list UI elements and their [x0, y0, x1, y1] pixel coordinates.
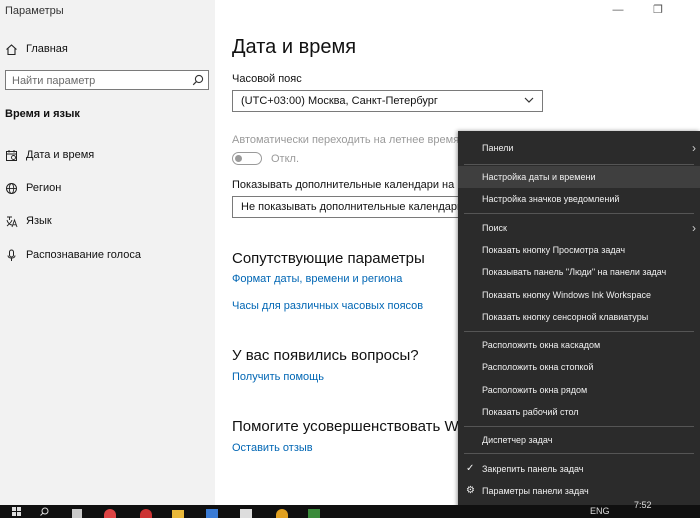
chrome-icon[interactable]: [104, 509, 116, 518]
dst-label: Автоматически переходить на летнее время…: [232, 134, 490, 146]
input-language[interactable]: ENG: [590, 506, 610, 519]
menu-item-taskbar-settings[interactable]: ⚙ Параметры панели задач: [458, 480, 700, 502]
sidebar-item-label: Распознавание голоса: [26, 249, 141, 261]
search-icon[interactable]: [192, 74, 204, 86]
dst-toggle-state: Откл.: [271, 153, 300, 165]
sidebar-item-label: Дата и время: [26, 149, 95, 161]
feedback-link[interactable]: Оставить отзыв: [232, 442, 313, 454]
calendars-select[interactable]: Не показывать дополнительные календари: [232, 196, 492, 218]
menu-item-label: Расположить окна стопкой: [482, 362, 594, 372]
menu-item-label: Расположить окна каскадом: [482, 340, 601, 350]
toggle-knob: [235, 155, 242, 162]
menu-item-toolbars[interactable]: Панели ›: [458, 137, 700, 159]
menu-item-task-view[interactable]: Показать кнопку Просмотра задач: [458, 239, 700, 261]
menu-item-label: Диспетчер задач: [482, 435, 553, 445]
section-title: Время и язык: [5, 108, 80, 120]
calendar-icon: [4, 148, 18, 162]
app-icon[interactable]: [308, 509, 320, 518]
restore-button[interactable]: ❐: [650, 3, 666, 17]
sidebar-item-region[interactable]: Регион: [0, 176, 215, 200]
menu-item-label: Показать кнопку сенсорной клавиатуры: [482, 312, 649, 322]
improve-heading: Помогите усовершенствовать Wind: [232, 418, 479, 435]
sidebar-item-label: Главная: [26, 43, 68, 55]
menu-item-label: Поиск: [482, 223, 507, 233]
menu-item-show-desktop[interactable]: Показать рабочий стол: [458, 401, 700, 423]
timezone-select[interactable]: (UTC+03:00) Москва, Санкт-Петербург: [232, 90, 543, 112]
menu-separator: [464, 213, 694, 214]
menu-item-adjust-date-time[interactable]: Настройка даты и времени: [458, 166, 700, 188]
clock[interactable]: 7:52: [634, 500, 652, 513]
menu-item-label: Расположить окна рядом: [482, 385, 588, 395]
menu-item-lock-taskbar[interactable]: ✓ Закрепить панель задач: [458, 458, 700, 480]
sidebar-item-date-time[interactable]: Дата и время: [0, 143, 215, 167]
link-world-clocks[interactable]: Часы для различных часовых поясов: [232, 300, 423, 312]
menu-item-label: Показывать панель "Люди" на панели задач: [482, 267, 667, 277]
language-icon: [4, 214, 18, 228]
related-heading: Сопутствующие параметры: [232, 250, 425, 267]
timezone-label: Часовой пояс: [232, 73, 302, 85]
menu-separator: [464, 164, 694, 165]
menu-item-people[interactable]: Показывать панель "Люди" на панели задач: [458, 261, 700, 283]
menu-item-label: Закрепить панель задач: [482, 464, 584, 474]
menu-item-label: Панели: [482, 143, 514, 153]
search-box[interactable]: [5, 70, 209, 90]
menu-item-task-manager[interactable]: Диспетчер задач: [458, 429, 700, 451]
window-titlebar[interactable]: Параметры — ❐: [0, 0, 700, 24]
sidebar-item-speech[interactable]: Распознавание голоса: [0, 243, 215, 267]
submenu-arrow-icon: ›: [692, 141, 696, 155]
menu-item-side-by-side[interactable]: Расположить окна рядом: [458, 379, 700, 401]
calculator-icon[interactable]: [72, 509, 82, 518]
menu-item-label: Параметры панели задач: [482, 486, 589, 496]
chevron-down-icon: [524, 97, 534, 103]
app-icon[interactable]: [206, 509, 218, 518]
menu-item-label: Показать кнопку Windows Ink Workspace: [482, 290, 651, 300]
taskbar-context-menu: Панели › Настройка даты и времени Настро…: [458, 131, 700, 509]
window-title: Параметры: [5, 5, 64, 17]
menu-item-search[interactable]: Поиск ›: [458, 217, 700, 239]
menu-item-label: Показать кнопку Просмотра задач: [482, 245, 626, 255]
sidebar-item-language[interactable]: Язык: [0, 209, 215, 233]
microphone-icon: [4, 248, 18, 262]
windows-start-icon[interactable]: [12, 507, 22, 520]
menu-item-notification-icons[interactable]: Настройка значков уведомлений: [458, 188, 700, 210]
link-date-format[interactable]: Формат даты, времени и региона: [232, 273, 402, 285]
menu-item-label: Настройка значков уведомлений: [482, 194, 620, 204]
menu-separator: [464, 453, 694, 454]
gear-icon: ⚙: [466, 485, 475, 496]
sidebar-item-home[interactable]: Главная: [0, 37, 215, 61]
calendars-label: Показывать дополнительные календари на п…: [232, 179, 494, 191]
menu-item-label: Настройка даты и времени: [482, 172, 596, 182]
help-link[interactable]: Получить помощь: [232, 371, 324, 383]
sidebar-item-label: Язык: [26, 215, 52, 227]
checkmark-icon: ✓: [466, 463, 475, 474]
menu-item-touch-keyboard[interactable]: Показать кнопку сенсорной клавиатуры: [458, 306, 700, 328]
menu-item-cascade[interactable]: Расположить окна каскадом: [458, 334, 700, 356]
folder-icon[interactable]: [172, 510, 184, 518]
menu-separator: [464, 331, 694, 332]
globe-icon: [4, 181, 18, 195]
menu-item-stacked[interactable]: Расположить окна стопкой: [458, 356, 700, 378]
dst-toggle[interactable]: [232, 152, 262, 165]
menu-separator: [464, 426, 694, 427]
menu-item-label: Показать рабочий стол: [482, 407, 579, 417]
sidebar-item-label: Регион: [26, 182, 62, 194]
submenu-arrow-icon: ›: [692, 221, 696, 235]
questions-heading: У вас появились вопросы?: [232, 347, 419, 364]
minimize-button[interactable]: —: [610, 3, 626, 17]
home-icon: [4, 42, 18, 56]
taskbar[interactable]: ENG 7:52: [0, 500, 700, 520]
timezone-value: (UTC+03:00) Москва, Санкт-Петербург: [241, 95, 438, 107]
app-icon[interactable]: [276, 509, 288, 518]
page-title: Дата и время: [232, 36, 357, 58]
search-icon[interactable]: [40, 507, 50, 520]
menu-item-ink-workspace[interactable]: Показать кнопку Windows Ink Workspace: [458, 284, 700, 306]
sidebar: Главная Время и язык Дата и время Регион…: [0, 0, 215, 505]
search-input[interactable]: [6, 72, 198, 90]
opera-icon[interactable]: [140, 509, 152, 518]
app-icon[interactable]: [240, 509, 252, 518]
calendars-value: Не показывать дополнительные календари: [241, 201, 464, 213]
